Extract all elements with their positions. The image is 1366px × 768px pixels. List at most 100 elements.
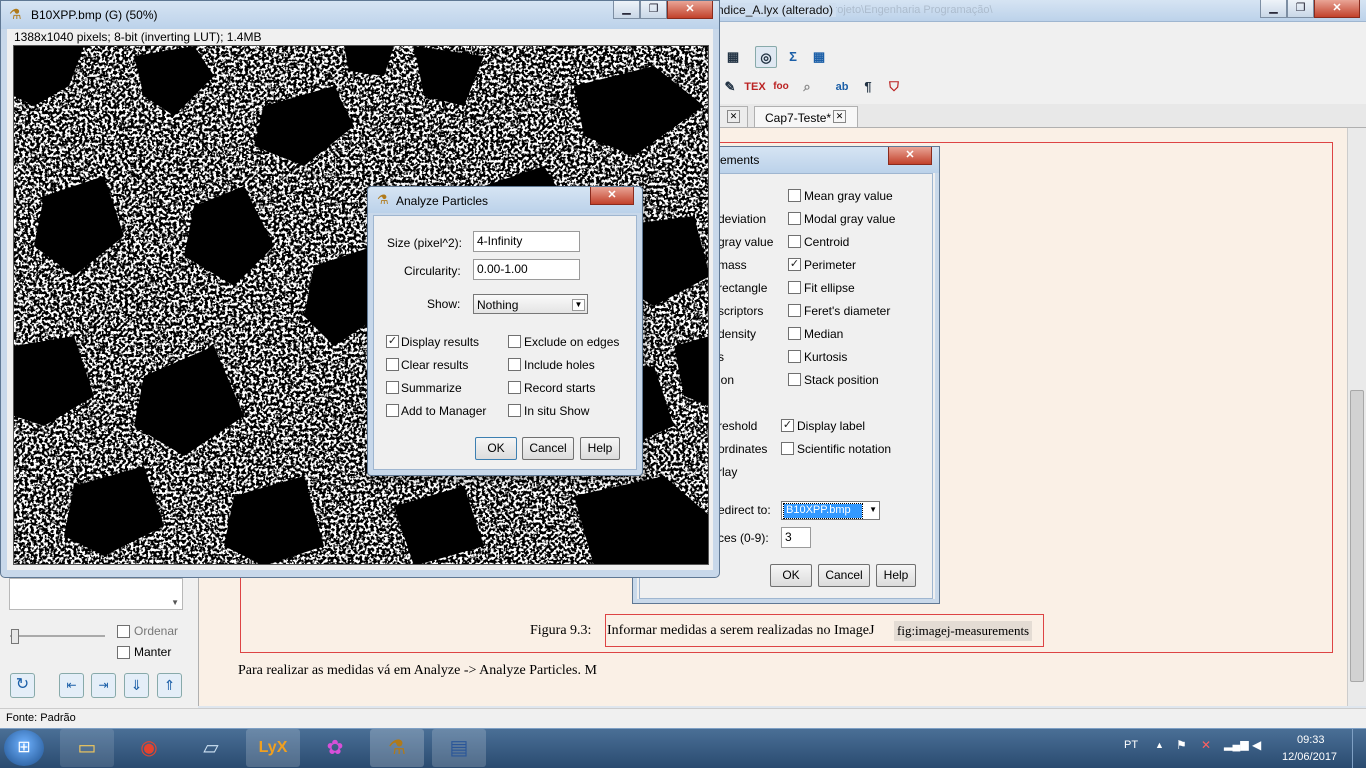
depth-slider[interactable] [10,628,105,644]
display-results-label: Display results [401,335,480,349]
analyze-close-button[interactable]: ✕ [590,187,634,205]
modal-gray-value-checkbox[interactable] [788,212,801,225]
ferets-diameter-checkbox[interactable] [788,304,801,317]
branch-icon[interactable]: ab [831,76,853,98]
clear-results-checkbox[interactable] [386,358,399,371]
foo-icon[interactable]: foo [770,76,792,98]
ferets-diameter-label: Feret's diameter [804,304,891,318]
analyze-cancel-button[interactable]: Cancel [522,437,574,460]
clock-date[interactable]: 12/06/2017 [1282,751,1337,763]
in-situ-show-checkbox[interactable] [508,404,521,417]
summarize-checkbox[interactable] [386,381,399,394]
display-label-checkbox[interactable]: ✓ [781,419,794,432]
math-mode-icon[interactable]: ◎ [755,46,777,68]
book-icon[interactable]: ⛉ [883,76,905,98]
show-value: Nothing [477,298,519,312]
notepad-icon[interactable]: ▱ [184,729,238,767]
record-starts-checkbox[interactable] [508,381,521,394]
dropdown-arrow-icon[interactable]: ▼ [869,505,877,514]
measurements-cancel-button[interactable]: Cancel [818,564,870,587]
show-dropdown[interactable]: Nothing ▼ [473,294,588,314]
tray-expand-icon[interactable]: ▲ [1155,740,1164,750]
tab-close-icon[interactable]: ✕ [727,110,740,123]
stack-position-checkbox[interactable] [788,373,801,386]
image-minimize-button[interactable]: ▁ [613,1,640,19]
sum-icon[interactable]: Σ [782,46,804,68]
redirect-dropdown[interactable]: B10XPP.bmp ▼ [781,501,880,520]
start-button[interactable]: ⊞ [4,730,44,766]
analyze-ok-button[interactable]: OK [475,437,517,460]
language-indicator[interactable]: PT [1124,739,1138,751]
refresh-button[interactable]: ↻ [10,673,35,698]
lyx-window-title: ndice_A.lyx (alterado) [714,3,837,17]
display-label-label: Display label [797,419,866,433]
vertical-scrollbar[interactable] [1347,128,1366,706]
move-up-button[interactable]: ⇑ [157,673,182,698]
slider-thumb[interactable] [11,629,19,644]
pencil-icon[interactable]: ✎ [719,76,741,98]
show-desktop-button[interactable] [1352,729,1366,768]
display-results-checkbox[interactable]: ✓ [386,335,399,348]
image-titlebar: ⚗ B10XPP.bmp (G) (50%) ▁ ❐ ✕ [1,1,719,29]
dropdown-arrow-icon[interactable]: ▼ [572,299,585,311]
image-close-button[interactable]: ✕ [667,1,713,19]
add-to-manager-checkbox[interactable] [386,404,399,417]
tab-close-icon[interactable]: ✕ [833,110,846,123]
flag-icon[interactable]: ⚑ [1176,738,1187,752]
lyx-icon[interactable]: LyX [246,729,300,767]
partial-left-5: density [718,327,757,341]
table-icon[interactable]: ▦ [722,46,744,68]
chrome-icon[interactable]: ◉ [122,729,176,767]
mean-gray-value-checkbox[interactable] [788,189,801,202]
signal-icon[interactable]: ▂▄▆ [1224,738,1249,751]
minimize-button[interactable]: ▁ [1260,0,1287,18]
fit-ellipse-checkbox[interactable] [788,281,801,294]
perimeter-checkbox[interactable]: ✓ [788,258,801,271]
imagej-icon: ⚗ [377,192,389,207]
include-holes-checkbox[interactable] [508,358,521,371]
scrollbar-thumb[interactable] [1350,390,1364,682]
sidebar-list[interactable]: ▼ [9,578,183,610]
analyze-help-button[interactable]: Help [580,437,620,460]
image-info: 1388x1040 pixels; 8-bit (inverting LUT);… [14,30,262,44]
ordenar-checkbox[interactable] [117,625,130,638]
tex-icon[interactable]: TEX [744,76,766,98]
measurements-help-button[interactable]: Help [876,564,916,587]
paragraph-icon[interactable]: ¶ [857,76,879,98]
maximize-button[interactable]: ❐ [1287,0,1314,18]
word-icon[interactable]: ▤ [432,729,486,767]
attach-icon[interactable]: ⌕ [796,76,818,98]
volume-icon[interactable]: ◀ [1252,738,1261,752]
network-icon[interactable]: ✕ [1201,738,1211,752]
promote-button[interactable]: ⇤ [59,673,84,698]
move-down-button[interactable]: ⇓ [124,673,149,698]
measurements-ok-button[interactable]: OK [770,564,812,587]
tab-cap7-teste[interactable]: Cap7-Teste* ✕ [754,106,858,128]
demote-button[interactable]: ⇥ [91,673,116,698]
manter-checkbox[interactable] [117,646,130,659]
tab-previous[interactable]: ✕ [718,106,748,128]
record-starts-label: Record starts [524,381,596,395]
clock-time[interactable]: 09:33 [1297,734,1325,746]
manter-label: Manter [134,645,172,659]
partial-left-4: scriptors [718,304,764,318]
imagej-taskbar-icon[interactable]: ⚗ [370,729,424,767]
decimal-places-input[interactable]: 3 [781,527,811,548]
measurements-close-button[interactable]: ✕ [888,147,932,165]
size-input[interactable]: 4-Infinity [473,231,580,252]
centroid-checkbox[interactable] [788,235,801,248]
picasa-icon[interactable]: ✿ [308,729,362,767]
mean-gray-value-label: Mean gray value [804,189,893,203]
figure-label-ref[interactable]: fig:imagej-measurements [894,621,1033,641]
kurtosis-checkbox[interactable] [788,350,801,363]
close-button[interactable]: ✕ [1314,0,1360,18]
circularity-input[interactable]: 0.00-1.00 [473,259,580,280]
matrix-icon[interactable]: ▦ [808,46,830,68]
median-checkbox[interactable] [788,327,801,340]
exclude-on-edges-label: Exclude on edges [524,335,620,349]
image-maximize-button[interactable]: ❐ [640,1,667,19]
exclude-on-edges-checkbox[interactable] [508,335,521,348]
scroll-down-icon[interactable]: ▼ [171,598,179,607]
file-explorer-icon[interactable]: ▭ [60,729,114,767]
scientific-notation-checkbox[interactable] [781,442,794,455]
